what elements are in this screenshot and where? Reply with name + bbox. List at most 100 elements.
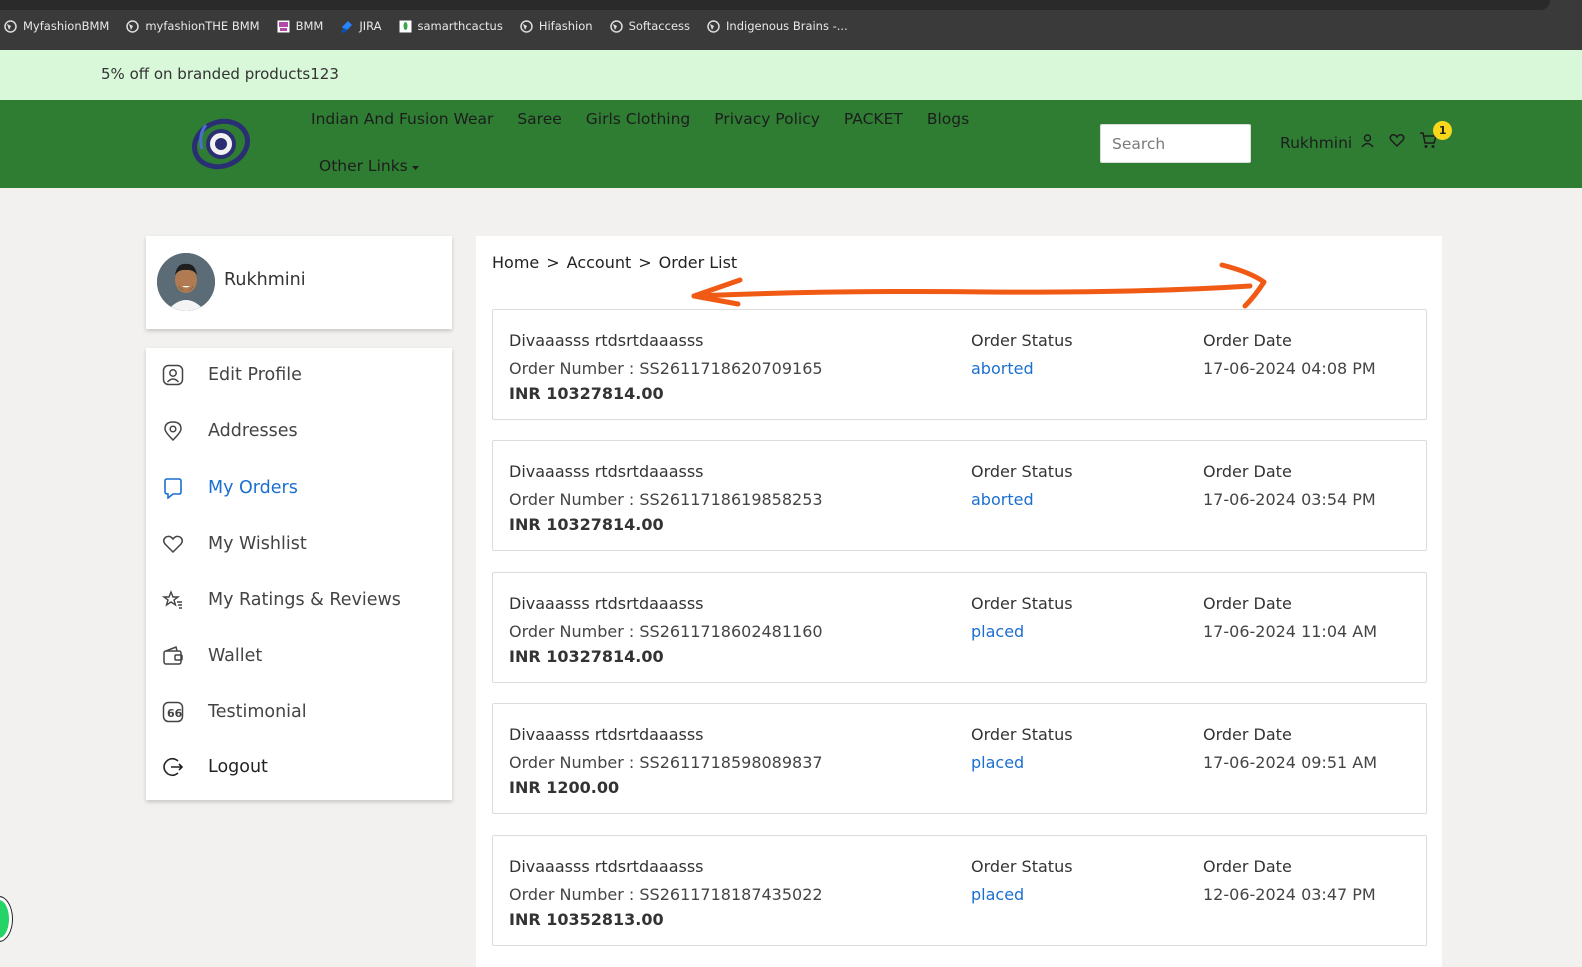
globe-icon [609,19,623,33]
bookmark-item[interactable]: samarthcactus [399,19,503,33]
bookmark-list: MyfashionBMM myfashionTHE BMM BMM JIRA s… [4,19,848,33]
logout-icon [162,756,184,778]
menu-item-logout[interactable]: Logout [146,747,452,787]
bookmarks-bar: MyfashionBMM myfashionTHE BMM BMM JIRA s… [0,0,1582,50]
nav-item-saree[interactable]: Saree [517,110,561,128]
order-card[interactable]: Divaaasss rtdsrtdaaasss Order Number : S… [492,440,1427,551]
cactus-icon [399,20,412,33]
menu-label: Testimonial [208,702,307,722]
search-input[interactable] [1100,124,1251,163]
other-links-dropdown[interactable]: Other Links [319,157,420,175]
order-title: Divaaasss rtdsrtdaaasss [509,331,704,350]
order-status: placed [971,885,1025,904]
order-amount: INR 10352813.00 [509,910,664,929]
brand-logo[interactable] [188,115,254,173]
order-status-label: Order Status [971,857,1073,876]
account-menu: Edit Profile Addresses My Orders My Wish… [146,348,452,800]
nav-item-indian-fusion-wear[interactable]: Indian And Fusion Wear [311,110,493,128]
menu-label: My Wishlist [208,534,307,554]
globe-icon [520,19,533,33]
menu-item-edit-profile[interactable]: Edit Profile [146,355,452,395]
order-list-panel: Home > Account > Order List Divaaasss rt… [476,236,1442,967]
globe-icon [4,19,17,33]
order-number: Order Number : SS2611718187435022 [509,885,823,904]
menu-item-ratings-reviews[interactable]: My Ratings & Reviews [146,580,452,620]
browser-tab-strip [0,0,1550,10]
user-actions: Rukhmini 1 [1280,121,1453,153]
user-square-icon [162,364,184,386]
menu-item-my-orders[interactable]: My Orders [146,468,452,508]
order-card[interactable]: Divaaasss rtdsrtdaaasss Order Number : S… [492,572,1427,683]
order-date: 17-06-2024 09:51 AM [1203,753,1378,772]
order-date: 17-06-2024 04:08 PM [1203,359,1376,378]
order-date-label: Order Date [1203,857,1292,876]
quote-icon: 66 [162,701,184,723]
other-links-label: Other Links [319,157,408,175]
bookmark-item[interactable]: Indigenous Brains -... [707,19,848,33]
order-date-label: Order Date [1203,725,1292,744]
globe-icon [707,19,720,33]
order-card[interactable]: Divaaasss rtdsrtdaaasss Order Number : S… [492,703,1427,814]
order-card[interactable]: Divaaasss rtdsrtdaaasss Order Number : S… [492,835,1427,946]
nav-item-girls-clothing[interactable]: Girls Clothing [586,110,690,128]
bookmark-item[interactable]: MyfashionBMM [4,19,109,33]
breadcrumb-account[interactable]: Account [567,253,632,272]
order-card[interactable]: Divaaasss rtdsrtdaaasss Order Number : S… [492,309,1427,420]
bookmark-icon [162,477,184,499]
order-title: Divaaasss rtdsrtdaaasss [509,594,704,613]
globe-icon [126,19,140,33]
bookmark-item[interactable]: myfashionTHE BMM [126,19,260,33]
wallet-icon [162,645,184,667]
breadcrumb-separator: > [638,253,652,272]
menu-label: Wallet [208,646,263,666]
bookmark-item[interactable]: Softaccess [609,19,691,33]
whatsapp-chat-button[interactable] [0,897,12,941]
user-icon[interactable] [1360,133,1375,152]
bookmark-item[interactable]: Hifashion [520,19,593,33]
menu-item-wallet[interactable]: Wallet [146,636,452,676]
bmm-icon [277,20,290,33]
site-header: Indian And Fusion Wear Saree Girls Cloth… [0,100,1582,188]
order-number: Order Number : SS2611718620709165 [509,359,823,378]
nav-item-privacy-policy[interactable]: Privacy Policy [714,110,820,128]
breadcrumb-home[interactable]: Home [492,253,539,272]
order-date-label: Order Date [1203,462,1292,481]
order-date: 17-06-2024 11:04 AM [1203,622,1378,641]
bookmark-label: Softaccess [628,19,691,33]
breadcrumb-separator: > [546,253,560,272]
order-date: 17-06-2024 03:54 PM [1203,490,1376,509]
nav-item-packet[interactable]: PACKET [844,110,903,128]
order-number: Order Number : SS2611718619858253 [509,490,823,509]
order-date: 12-06-2024 03:47 PM [1203,885,1376,904]
profile-name: Rukhmini [224,270,306,290]
menu-label: My Orders [208,478,298,498]
bookmark-label: MyfashionBMM [23,19,110,33]
order-number: Order Number : SS2611718598089837 [509,753,823,772]
nav-item-blogs[interactable]: Blogs [927,110,969,128]
menu-label: Addresses [208,421,298,441]
bookmark-label: JIRA [359,19,382,33]
menu-item-my-wishlist[interactable]: My Wishlist [146,524,452,564]
user-name[interactable]: Rukhmini [1280,134,1352,152]
menu-label: Edit Profile [208,365,302,385]
bookmark-item[interactable]: JIRA [340,19,382,33]
order-status-label: Order Status [971,462,1073,481]
menu-item-testimonial[interactable]: 66 Testimonial [146,692,452,732]
bookmark-label: Hifashion [538,19,593,33]
order-status-label: Order Status [971,725,1073,744]
order-date-label: Order Date [1203,594,1292,613]
bookmark-label: Indigenous Brains -... [726,19,848,33]
cart-button[interactable]: 1 [1419,121,1453,153]
menu-item-addresses[interactable]: Addresses [146,411,452,451]
order-title: Divaaasss rtdsrtdaaasss [509,857,704,876]
order-status: aborted [971,359,1034,378]
jira-icon [340,20,353,33]
svg-text:66: 66 [167,707,183,720]
cart-count-badge: 1 [1433,121,1453,140]
bookmark-label: myfashionTHE BMM [145,19,260,33]
bookmark-item[interactable]: BMM [277,19,323,33]
order-number: Order Number : SS2611718602481160 [509,622,823,641]
heart-icon[interactable] [1389,133,1405,152]
heart-icon [162,533,184,555]
caret-down-icon [411,157,420,175]
